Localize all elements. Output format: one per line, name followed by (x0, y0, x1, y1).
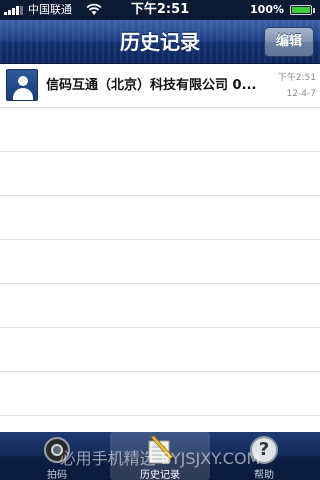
battery-icon (290, 5, 315, 15)
history-item-time: 下午2:51 (277, 73, 316, 83)
history-item-title: 信码互通（北京）科技有限公司 0... (46, 78, 257, 93)
empty-row (0, 196, 320, 240)
help-icon: ? (249, 435, 279, 465)
edit-button[interactable]: 编辑 (264, 27, 314, 57)
history-list: 信码互通（北京）科技有限公司 0... 下午2:51 12-4-7 (0, 64, 320, 432)
status-time: 下午2:51 (130, 2, 190, 17)
empty-row (0, 152, 320, 196)
tab-label: 历史记录 (140, 470, 180, 480)
empty-row (0, 108, 320, 152)
empty-row (0, 328, 320, 372)
tab-scan[interactable]: 拍码 (7, 432, 107, 480)
empty-row (0, 240, 320, 284)
battery-percent: 100% (250, 3, 284, 16)
navigation-bar: 历史记录 编辑 (0, 20, 320, 64)
empty-row (0, 372, 320, 416)
tab-history[interactable]: 历史记录 (110, 432, 210, 480)
tab-help[interactable]: ? 帮助 (214, 432, 314, 480)
history-item[interactable]: 信码互通（北京）科技有限公司 0... 下午2:51 12-4-7 (0, 64, 320, 108)
tab-label: 帮助 (254, 470, 274, 480)
camera-scan-icon (42, 435, 72, 465)
status-bar: 中国联通 下午2:51 100% (0, 0, 320, 20)
notepad-pencil-icon (148, 435, 174, 464)
tab-label: 拍码 (47, 470, 67, 480)
empty-row (0, 284, 320, 328)
tab-bar: 拍码 历史记录 ? 帮助 (0, 432, 320, 480)
contact-card-icon (6, 69, 38, 101)
history-item-date: 12-4-7 (286, 89, 316, 99)
